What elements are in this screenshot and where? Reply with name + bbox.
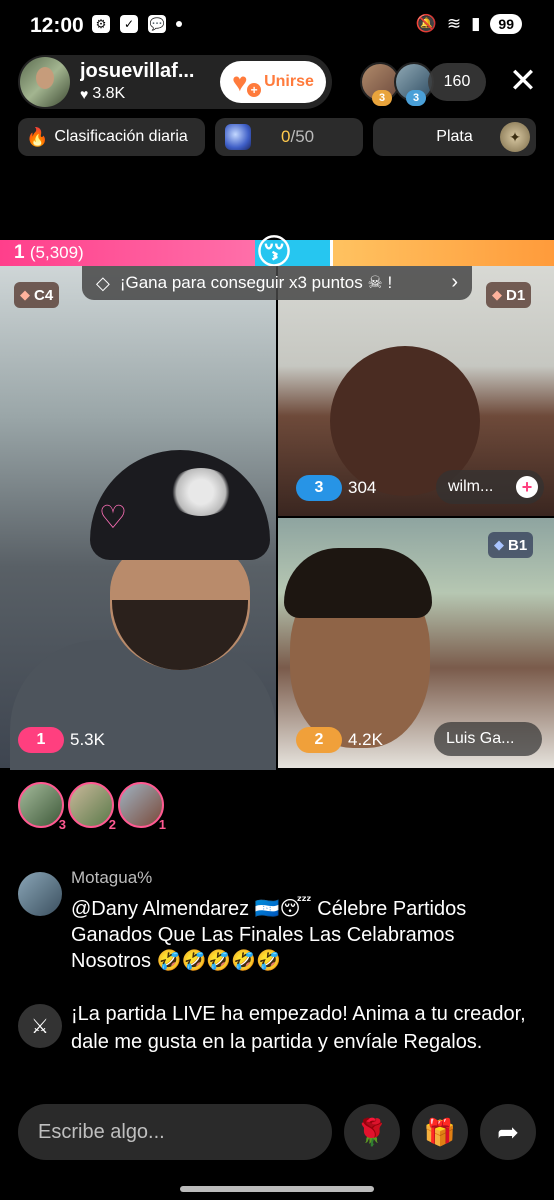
home-indicator[interactable] [180,1186,374,1192]
battery-indicator: 99 [490,14,522,34]
gifter-avatar[interactable]: 1 [118,782,166,832]
top-viewers[interactable]: 3 3 [360,62,434,106]
heart-sticker-icon: ♡ [98,499,128,535]
dot-icon [176,21,182,27]
score-value: 5.3K [70,730,105,749]
join-button[interactable]: ♥ + Unirse [220,61,326,103]
guest-name-bottom-right[interactable]: Luis Ga... [434,722,542,756]
mute-icon: 🔕 [415,14,437,33]
app-icon: ⚙ [92,15,110,33]
league-badge-icon: ✦ [500,122,530,152]
top-gifters: 3 2 1 [18,782,166,832]
score-rank: 2 [296,727,342,753]
viewer-count[interactable]: 160 [428,63,486,101]
signal-icon: ▮ [471,14,481,33]
chat-icon: 💬 [148,15,166,33]
system-text: ¡La partida LIVE ha empezado! Anima a tu… [71,1003,526,1053]
status-bar: 12:00 ⚙ ✓ 💬 🔕 ≋ ▮ 99 [0,0,554,52]
score-rank: 1 [18,727,64,753]
rank-tag-top-right: ◆ D1 [486,282,532,308]
gem-icon: ◆ [492,287,502,302]
join-heart-icon: ♥ + [232,69,262,97]
host-likes-count: 3.8K [92,85,126,102]
chat-username[interactable]: Motagua% [71,868,152,888]
gem-icon [225,124,251,150]
chevron-right-icon: › [451,271,458,293]
cap-logo [168,468,234,516]
battle-progress-bar: 1 (5,309) 😚 [0,231,554,272]
follow-plus-icon[interactable]: + [516,476,538,498]
score-bottom-right: 2 4.2K [296,726,383,754]
status-icons-left: ⚙ ✓ 💬 [92,15,182,33]
viewer-rank: 3 [372,90,392,106]
score-main: 1 5.3K [18,726,105,754]
status-time: 12:00 [30,14,84,37]
close-icon[interactable]: ✕ [505,64,541,100]
host-avatar[interactable] [20,57,70,107]
daily-ranking-chip[interactable]: 🔥 Clasificación diaria [18,118,205,156]
rank-tag-main: ◆ C4 [14,282,60,308]
score-value: 304 [348,478,377,497]
viewer-rank: 3 [406,90,426,106]
progress-orange [330,240,554,266]
comment-input[interactable]: Escribe algo... [18,1104,332,1160]
score-value: 4.2K [348,730,383,749]
daily-ranking-label: Clasificación diaria [54,128,188,145]
join-label: Unirse [264,73,314,90]
battle-icon: ⚔ [18,1004,62,1048]
host-name: josuevillaf... [80,60,195,82]
guest-name-top-right[interactable]: wilm... + [436,470,544,504]
rose-gift-icon[interactable]: 🌹 [344,1104,400,1160]
chat-text: @Dany Almendarez 🇭🇳😴 Célebre Partidos Ga… [71,898,467,972]
chat-avatar[interactable] [18,872,62,916]
rank-tag-bottom-right: ◆ B1 [488,532,534,558]
battle-leader-score: 1 (5,309) [14,242,84,263]
progress-divider [330,240,333,266]
gifter-avatar[interactable]: 2 [68,782,116,832]
fire-icon: 🔥 [26,126,49,147]
gem-icon: ◆ [20,287,30,302]
host-likes: ♥ 3.8K [80,85,125,103]
diamond-icon: ◇ [96,272,110,293]
wifi-icon: ≋ [446,14,462,33]
league-chip[interactable]: Plata ✦ [373,118,536,156]
goal-progress: 0/50 [281,127,315,146]
check-icon: ✓ [120,15,138,33]
gifter-avatar[interactable]: 3 [18,782,66,832]
gift-icon[interactable]: 🎁 [412,1104,468,1160]
score-rank: 3 [296,475,342,501]
person-hair [284,548,432,618]
league-label: Plata [436,128,473,145]
skull-icon: ☠ [367,273,383,292]
score-top-right: 3 304 [296,474,376,502]
status-icons-right: 🔕 ≋ ▮ 99 [416,14,522,34]
banner-text: ¡Gana para conseguir x3 puntos ☠ ! [119,273,393,292]
goal-chip[interactable]: 0/50 [215,118,363,156]
share-icon[interactable]: ➦ [480,1104,536,1160]
host-info-pill[interactable]: josuevillaf... ♥ 3.8K ♥ + Unirse [18,55,332,109]
battle-banner[interactable]: ◇ ¡Gana para conseguir x3 puntos ☠ ! › [82,266,472,300]
heart-icon: ♥ [80,86,89,102]
gem-icon: ◆ [494,537,504,552]
